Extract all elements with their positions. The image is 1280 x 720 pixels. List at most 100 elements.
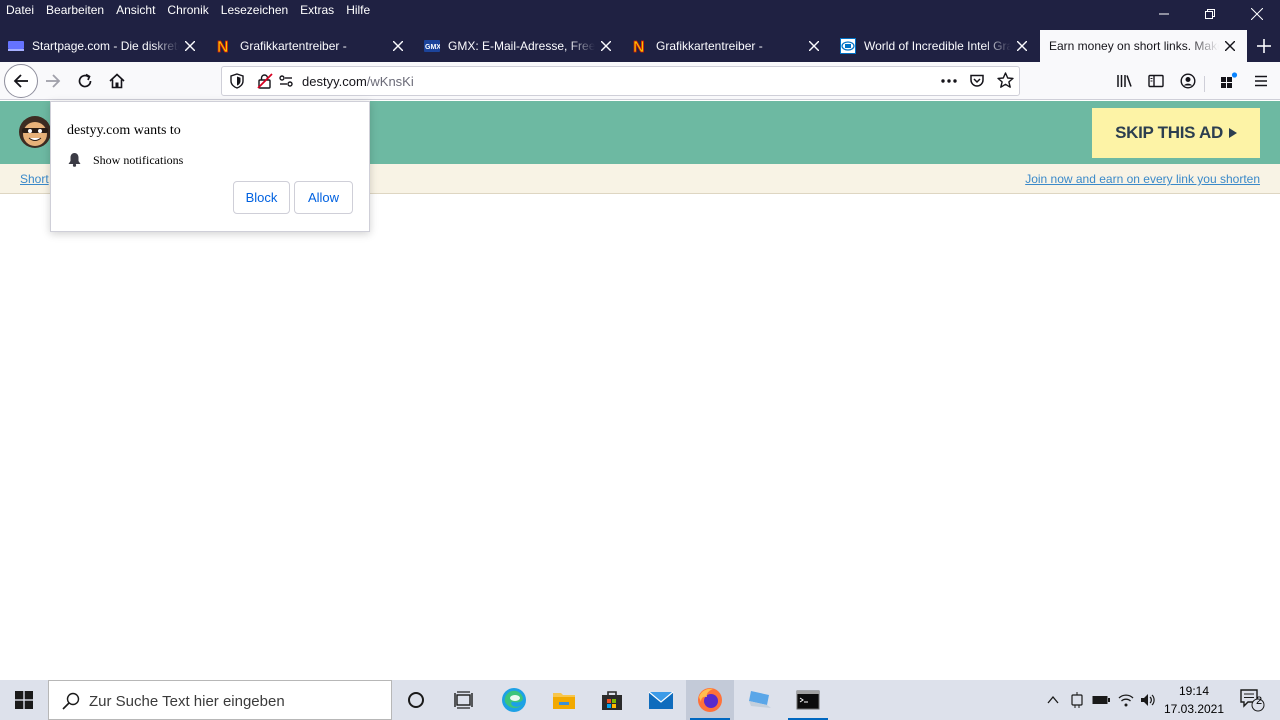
mail-button[interactable] [637,680,685,720]
menu-bearbeiten[interactable]: Bearbeiten [40,0,110,22]
back-button[interactable] [4,64,38,98]
reload-button[interactable] [69,65,101,97]
startpage-icon [8,38,24,54]
network-button[interactable] [1115,680,1137,720]
account-button[interactable] [1172,65,1204,97]
tab-earn-money[interactable]: Earn money on short links. Make [1040,30,1247,62]
bookmark-star-icon[interactable] [997,72,1014,89]
n-logo-icon: N [216,38,232,54]
firefox-icon [698,688,722,712]
menu-bar: Datei Bearbeiten Ansicht Chronik Lesezei… [0,0,376,22]
action-center-button[interactable]: 2 [1234,680,1270,720]
permission-label: Show notifications [93,153,184,167]
tab-close-button[interactable] [803,35,825,57]
app-menu-button[interactable] [1245,65,1277,97]
clock-time: 19:14 [1178,684,1210,698]
taskbar: Zur Suche Text hier eingeben 19:14 17.03… [0,680,1280,720]
laptop-app-button[interactable] [736,680,784,720]
menu-datei[interactable]: Datei [0,0,40,22]
wifi-icon [1118,694,1134,707]
page-actions-menu-icon[interactable] [940,73,958,89]
start-button[interactable] [0,680,48,720]
restore-icon [1205,9,1215,19]
chevron-up-icon [1047,696,1059,704]
tab-startpage[interactable]: Startpage.com - Die diskrete Suchmaschin… [0,30,207,62]
notification-permission-popup: destyy.com wants to Show notifications B… [50,101,370,232]
taskbar-search-box[interactable]: Zur Suche Text hier eingeben [48,680,392,720]
reload-icon [78,73,92,88]
task-view-button[interactable] [440,680,488,720]
permissions-icon[interactable] [278,73,294,89]
mail-icon [648,691,674,709]
speaker-icon [1141,694,1155,706]
menu-ansicht[interactable]: Ansicht [110,0,161,22]
tab-close-button[interactable] [595,35,617,57]
sidebar-button[interactable] [1140,65,1172,97]
svg-text:N: N [217,39,229,54]
tab-grafikkartentreiber-2[interactable]: N Grafikkartentreiber - [624,30,831,62]
edge-icon [502,688,526,712]
minimize-button[interactable] [1141,0,1187,28]
insecure-connection-icon[interactable] [257,73,273,89]
notification-count: 2 [1255,695,1263,707]
edge-button[interactable] [490,680,538,720]
forward-button[interactable] [37,65,69,97]
n-logo-icon: N [632,38,648,54]
url-text[interactable]: destyy.com/wKnsKi [302,74,414,89]
clock-button[interactable]: 19:14 17.03.2021 [1161,680,1229,720]
menu-chronik[interactable]: Chronik [161,0,214,22]
tab-gmx[interactable]: GMX GMX: E-Mail-Adresse, FreeMail [416,30,623,62]
extension-puzzle-icon [1221,72,1238,88]
show-hidden-icons-button[interactable] [1042,680,1064,720]
terminal-button[interactable] [784,680,832,720]
menu-hilfe[interactable]: Hilfe [340,0,376,22]
tab-close-button[interactable] [179,35,201,57]
tracking-protection-shield-icon[interactable] [229,73,245,89]
menu-lesezeichen[interactable]: Lesezeichen [215,0,294,22]
restore-button[interactable] [1187,0,1233,28]
tab-intel-graphics[interactable]: World of Incredible Intel Graphics [832,30,1039,62]
volume-button[interactable] [1137,680,1159,720]
hamburger-menu-icon [1255,75,1267,87]
skip-ad-button[interactable]: SKIP THIS AD [1092,108,1260,158]
store-bag-icon [602,691,622,710]
library-icon [1117,75,1132,87]
join-now-link[interactable]: Join now and earn on every link you shor… [1025,172,1260,186]
browser-titlebar: Datei Bearbeiten Ansicht Chronik Lesezei… [0,0,1280,64]
home-button[interactable] [101,65,133,97]
store-button[interactable] [588,680,636,720]
gmx-icon: GMX [424,38,440,54]
battery-button[interactable] [1090,680,1112,720]
tab-close-button[interactable] [1219,35,1241,57]
close-icon [1251,8,1263,20]
file-explorer-button[interactable] [540,680,588,720]
extensions-button[interactable] [1213,65,1245,97]
terminal-icon [796,690,820,710]
search-placeholder: Zur Suche Text hier eingeben [89,693,285,710]
sidebar-icon [1148,74,1164,88]
library-button[interactable] [1108,65,1140,97]
cortana-circle-icon [408,692,424,708]
bell-icon [67,152,82,167]
tab-close-button[interactable] [387,35,409,57]
tab-close-button[interactable] [1011,35,1033,57]
new-tab-button[interactable] [1254,36,1274,56]
account-icon [1180,73,1196,89]
device-icon [1071,692,1083,708]
tray-device-button[interactable] [1066,680,1088,720]
tab-grafikkartentreiber-1[interactable]: N Grafikkartentreiber - [208,30,415,62]
pocket-icon[interactable] [969,73,985,89]
tab-title: World of Incredible Intel Graphics [864,39,1011,53]
url-bar[interactable]: destyy.com/wKnsKi [221,66,1020,96]
menu-extras[interactable]: Extras [294,0,340,22]
block-button[interactable]: Block [233,181,290,214]
close-window-button[interactable] [1234,0,1280,28]
tab-title: Grafikkartentreiber - [656,39,763,53]
cortana-button[interactable] [392,680,440,720]
allow-button[interactable]: Allow [294,181,353,214]
svg-text:N: N [633,39,645,54]
firefox-button[interactable] [686,680,734,720]
clock-date: 17.03.2021 [1163,702,1225,716]
close-icon [1017,41,1027,51]
shorten-link[interactable]: Short [20,172,49,186]
